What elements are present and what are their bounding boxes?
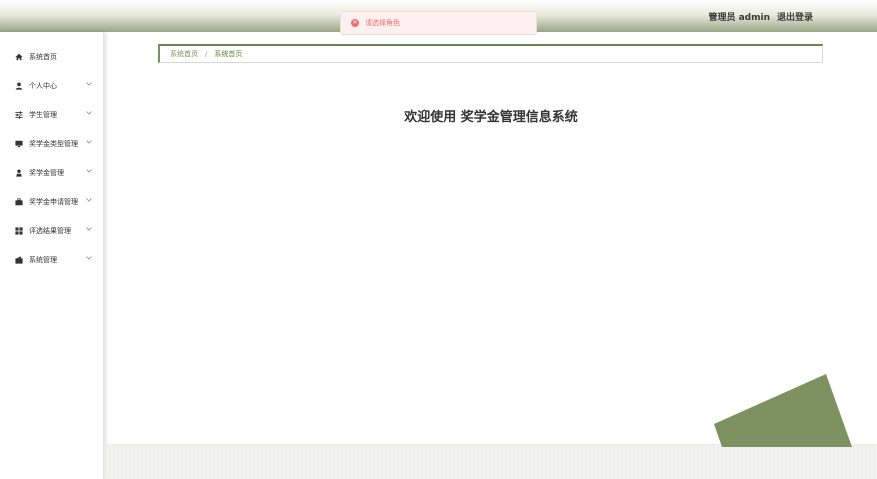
sidebar-item-scholarship-type-management[interactable]: 奖学金类型管理 bbox=[0, 129, 103, 158]
chevron-down-icon bbox=[86, 140, 92, 144]
sidebar-item-label: 系统首页 bbox=[29, 52, 57, 61]
sidebar-item-label: 评选结果管理 bbox=[29, 226, 71, 235]
header-user-area: 管理员 admin 退出登录 bbox=[708, 10, 813, 23]
breadcrumb-home-link[interactable]: 系统首页 bbox=[170, 49, 198, 59]
home-icon bbox=[15, 53, 23, 61]
sidebar-item-label: 奖学金类型管理 bbox=[29, 139, 78, 148]
briefcase-icon bbox=[15, 197, 23, 206]
sidebar-item-personal-center[interactable]: 个人中心 bbox=[0, 71, 103, 100]
chevron-down-icon bbox=[86, 82, 92, 86]
breadcrumb-current: 系统首页 bbox=[214, 50, 243, 58]
sidebar-item-label: 学生管理 bbox=[29, 110, 57, 119]
person-icon bbox=[15, 168, 23, 177]
sidebar-item-system-management[interactable]: 系统管理 bbox=[0, 245, 103, 274]
breadcrumb-separator: / bbox=[205, 50, 208, 58]
chevron-down-icon bbox=[86, 169, 92, 173]
grid-icon bbox=[15, 226, 23, 235]
sidebar-item-label: 奖学金管理 bbox=[29, 168, 64, 177]
page-title: 欢迎使用 奖学金管理信息系统 bbox=[404, 110, 578, 125]
sliders-icon bbox=[15, 110, 23, 119]
footer-band bbox=[105, 444, 877, 479]
chevron-down-icon bbox=[86, 256, 92, 260]
sidebar-item-student-management[interactable]: 学生管理 bbox=[0, 100, 103, 129]
monitor-icon bbox=[15, 140, 23, 148]
sidebar-item-scholarship-management[interactable]: 奖学金管理 bbox=[0, 158, 103, 187]
chevron-down-icon bbox=[86, 227, 92, 231]
breadcrumb: 系统首页 / 系统首页 bbox=[158, 44, 823, 63]
sidebar-item-selection-result-management[interactable]: 评选结果管理 bbox=[0, 216, 103, 245]
sidebar-item-label: 奖学金申请管理 bbox=[29, 197, 78, 206]
error-circle-icon: ✕ bbox=[351, 19, 359, 27]
chevron-down-icon bbox=[86, 111, 92, 115]
sidebar-item-label: 个人中心 bbox=[29, 81, 57, 90]
toast-message: 请选择角色 bbox=[365, 19, 400, 27]
chevron-down-icon bbox=[86, 198, 92, 202]
wallet-icon bbox=[15, 255, 23, 264]
logout-button[interactable]: 退出登录 bbox=[777, 10, 813, 23]
main-content: 系统首页 / 系统首页 欢迎使用 奖学金管理信息系统 bbox=[105, 32, 877, 444]
admin-user-label: 管理员 admin bbox=[708, 13, 770, 23]
user-icon bbox=[15, 82, 23, 90]
sidebar-item-scholarship-application-management[interactable]: 奖学金申请管理 bbox=[0, 187, 103, 216]
sidebar-item-home[interactable]: 系统首页 bbox=[0, 42, 103, 71]
sidebar-item-label: 系统管理 bbox=[29, 255, 57, 264]
sidebar: 系统首页 个人中心 学生管理 奖学金类型管理 奖学金管理 奖学金申请管理 评选结… bbox=[0, 32, 104, 479]
